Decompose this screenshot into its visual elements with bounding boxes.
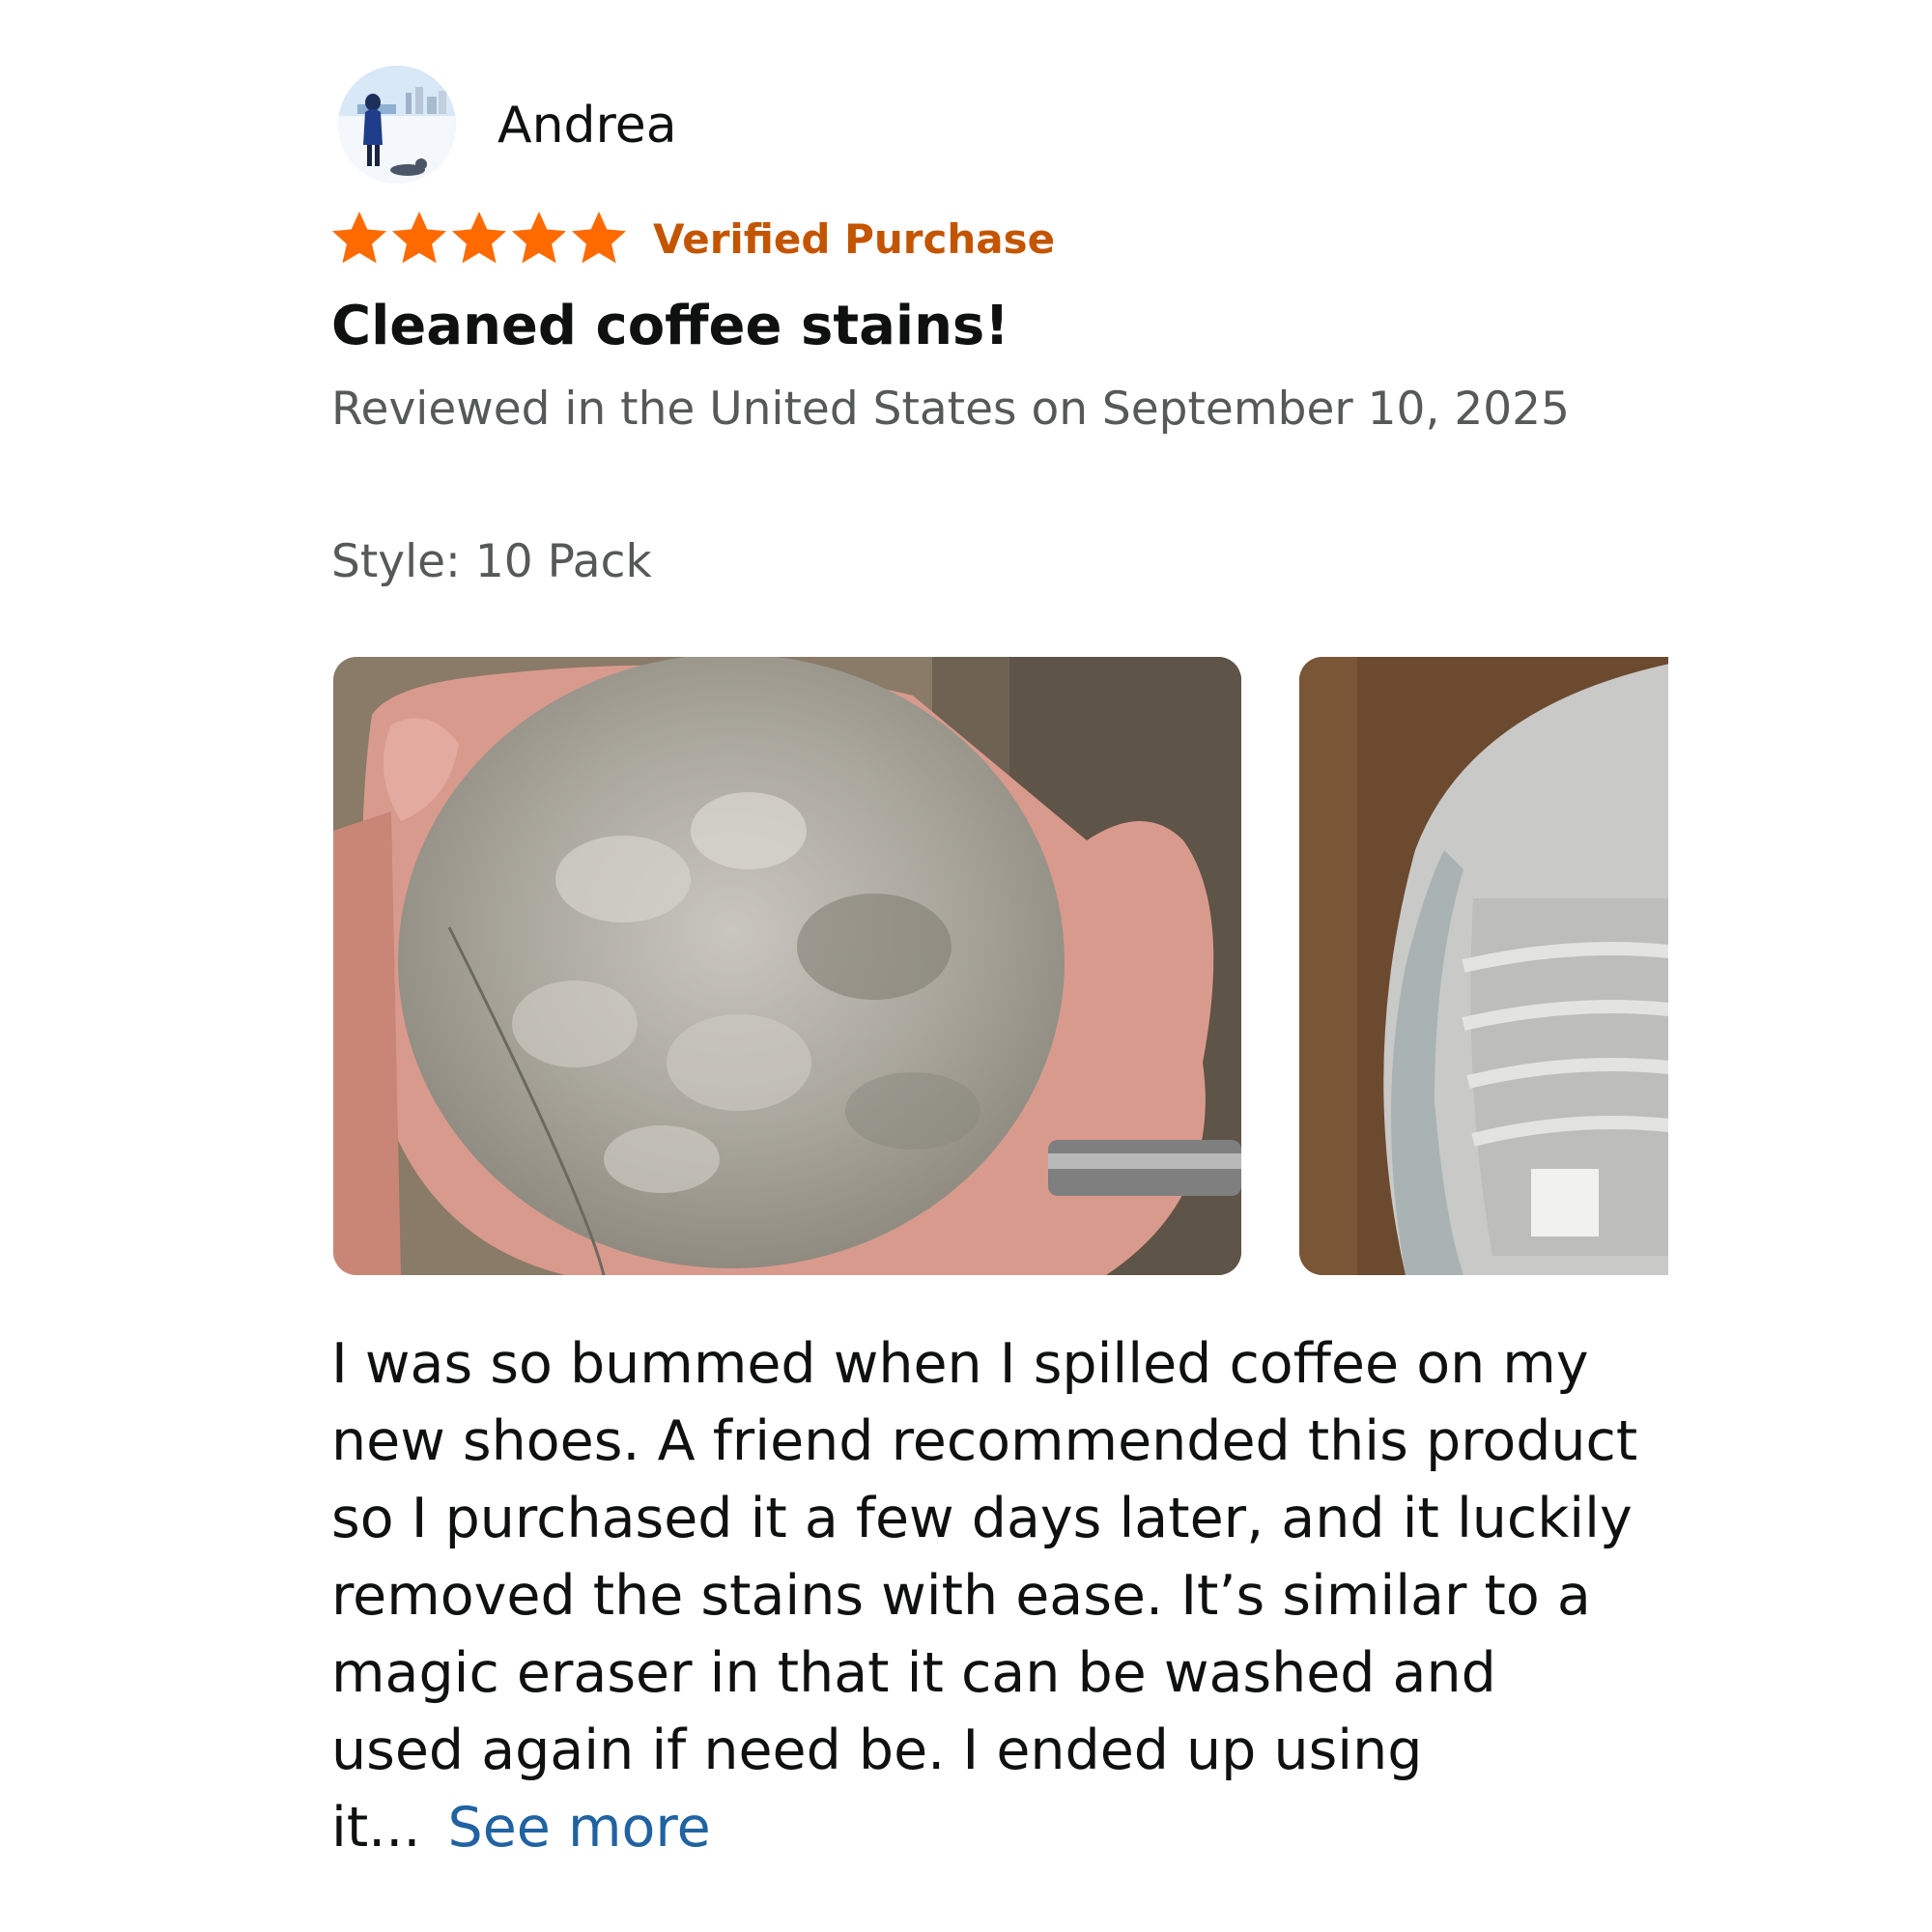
product-style: Style: 10 Pack [331, 535, 652, 588]
author-avatar[interactable] [338, 66, 456, 184]
rating-row: Verified Purchase [328, 205, 1055, 272]
review-image-carousel[interactable] [333, 657, 1668, 1275]
verified-purchase-badge: Verified Purchase [653, 214, 1056, 263]
profile-photo-beach-icon [338, 66, 456, 184]
star-rating[interactable] [328, 208, 628, 270]
star-icon [508, 208, 570, 270]
star-icon [448, 208, 510, 270]
star-icon [388, 208, 450, 270]
author-name[interactable]: Andrea [497, 93, 677, 158]
review-body: I was so bummed when I spilled coffee on… [331, 1325, 1645, 1866]
star-icon [328, 208, 390, 270]
review-photo-eraser-in-hand[interactable] [333, 657, 1241, 1275]
see-more-link[interactable]: See more [448, 1796, 711, 1860]
review-card: Andrea Verified Purchase Cleaned coffee … [0, 0, 1932, 1932]
star-icon [568, 208, 630, 270]
review-text: I was so bummed when I spilled coffee on… [331, 1332, 1638, 1860]
review-title: Cleaned coffee stains! [331, 295, 1009, 357]
review-date: Reviewed in the United States on Septemb… [331, 383, 1570, 436]
review-photo-clean-shoe[interactable] [1299, 657, 1668, 1275]
